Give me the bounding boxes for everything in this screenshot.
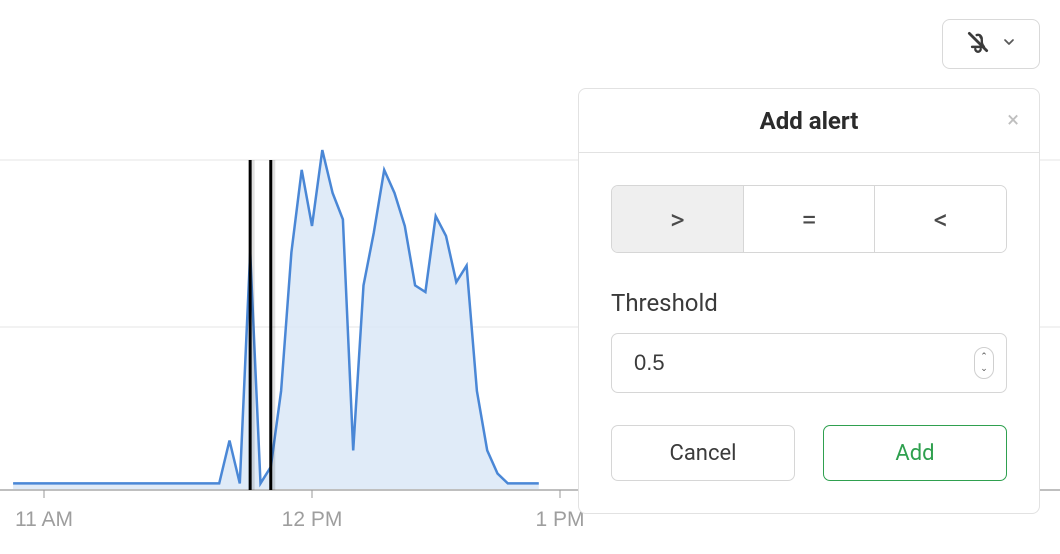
popover-header: Add alert × bbox=[579, 89, 1039, 153]
add-alert-popover: Add alert × > = < Threshold ⌃ ⌄ Cancel A… bbox=[578, 88, 1040, 514]
popover-title: Add alert bbox=[760, 107, 859, 135]
x-tick-label: 1 PM bbox=[535, 508, 584, 531]
threshold-input-wrap[interactable]: ⌃ ⌄ bbox=[611, 333, 1007, 393]
popover-body: > = < Threshold ⌃ ⌄ Cancel Add bbox=[579, 153, 1039, 513]
cancel-button[interactable]: Cancel bbox=[611, 425, 795, 481]
operator-greater-than[interactable]: > bbox=[612, 186, 743, 252]
chevron-down-icon: ⌄ bbox=[980, 364, 988, 374]
x-tick-label: 11 AM bbox=[15, 508, 73, 531]
operator-segmented-control: > = < bbox=[611, 185, 1007, 253]
threshold-input[interactable] bbox=[634, 350, 984, 376]
chevron-up-icon: ⌃ bbox=[980, 352, 988, 362]
chevron-down-icon bbox=[1001, 34, 1017, 54]
alert-off-icon bbox=[965, 29, 991, 59]
visibility-toggle-button[interactable] bbox=[942, 19, 1040, 69]
operator-equals[interactable]: = bbox=[743, 186, 875, 252]
chart-area bbox=[13, 150, 539, 490]
x-tick-label: 12 PM bbox=[282, 508, 343, 531]
number-spinner[interactable]: ⌃ ⌄ bbox=[974, 347, 994, 379]
close-icon[interactable]: × bbox=[1007, 110, 1019, 132]
add-button[interactable]: Add bbox=[823, 425, 1007, 481]
popover-actions: Cancel Add bbox=[611, 425, 1007, 481]
operator-less-than[interactable]: < bbox=[874, 186, 1006, 252]
threshold-label: Threshold bbox=[611, 289, 1007, 317]
